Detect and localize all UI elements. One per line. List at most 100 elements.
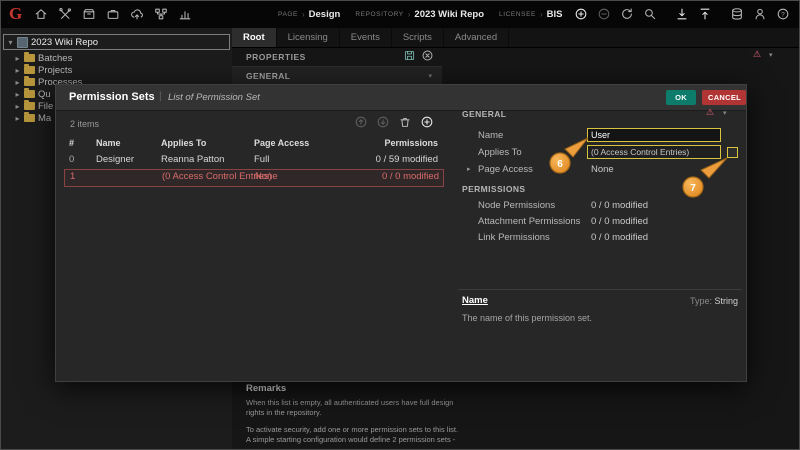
tools-icon[interactable] (58, 7, 72, 21)
node-permissions-value: 0 / 0 modified (591, 200, 648, 211)
dialog-subtitle: List of Permission Set (168, 92, 260, 103)
download-icon[interactable] (675, 7, 689, 21)
help-field-type: Type: String (462, 296, 738, 306)
breadcrumb: PAGE › Design REPOSITORY › 2023 Wiki Rep… (278, 0, 562, 28)
column-header-applies-to[interactable]: Applies To (161, 138, 206, 148)
applies-to-field-label: Applies To (478, 147, 522, 158)
page-access-value[interactable]: None (591, 164, 614, 175)
search-icon[interactable] (643, 7, 657, 21)
expand-arrow-icon[interactable]: ▸ (14, 54, 21, 63)
expand-arrow-icon[interactable]: ▸ (14, 66, 21, 75)
browse-acl-button[interactable] (727, 147, 738, 158)
move-down-icon[interactable] (376, 115, 390, 129)
repository-icon (17, 37, 28, 48)
chevron-down-icon[interactable]: ▾ (428, 72, 432, 80)
remarks-paragraph: When this list is empty, all authenticat… (246, 398, 464, 418)
name-input[interactable] (587, 128, 721, 142)
tree-item-label: File (38, 101, 53, 112)
cell-applies-to: Reanna Patton (161, 154, 224, 165)
remove-circle-icon[interactable] (597, 7, 611, 21)
column-header-permissions[interactable]: Permissions (384, 138, 438, 148)
topbar: G PAGE › Design REPOSITORY › 2023 Wiki R… (0, 0, 800, 29)
tree-item-projects[interactable]: ▸ Projects (14, 64, 72, 76)
help-description: The name of this permission set. (462, 313, 592, 323)
refresh-icon[interactable] (620, 7, 634, 21)
breadcrumb-label-licensee: LICENSEE (499, 11, 536, 18)
table-header-row: # Name Applies To Page Access Permission… (64, 137, 442, 151)
package-icon[interactable] (82, 7, 96, 21)
cancel-button[interactable]: CANCEL (702, 90, 746, 105)
general-section-title: GENERAL (246, 71, 290, 81)
applies-to-value-field[interactable]: (0 Access Control Entries) (587, 145, 721, 159)
tree-root-label: 2023 Wiki Repo (31, 37, 98, 48)
chevron-separator: › (408, 10, 411, 19)
name-field-label: Name (478, 130, 503, 141)
expand-arrow-icon[interactable]: ▸ (14, 78, 21, 87)
collapse-arrow-icon[interactable]: ▾ (7, 38, 14, 47)
expand-arrow-icon[interactable]: ▸ (14, 114, 21, 123)
breadcrumb-value-page[interactable]: Design (309, 9, 341, 20)
cell-page-access: Full (254, 154, 269, 165)
breadcrumb-label-repository: REPOSITORY (355, 11, 403, 18)
add-icon[interactable] (420, 115, 434, 129)
tab-advanced[interactable]: Advanced (444, 28, 509, 47)
tree-item-batches[interactable]: ▸ Batches (14, 52, 72, 64)
list-toolbar (354, 115, 434, 129)
tree-item-files[interactable]: ▸ File (14, 100, 53, 112)
column-header-num[interactable]: # (69, 138, 74, 148)
permission-sets-dialog: Permission Sets | List of Permission Set… (55, 84, 747, 382)
chevron-down-icon[interactable]: ▾ (723, 109, 727, 117)
add-circle-icon[interactable] (574, 7, 588, 21)
tab-root[interactable]: Root (232, 28, 277, 47)
expand-arrow-icon[interactable]: ▸ (467, 165, 471, 173)
general-group-header: GENERAL (462, 109, 506, 119)
home-icon[interactable] (34, 7, 48, 21)
cloud-upload-icon[interactable] (130, 7, 144, 21)
table-row[interactable]: 0 Designer Reanna Patton Full 0 / 59 mod… (64, 153, 442, 169)
page-access-field-label: Page Access (478, 164, 533, 175)
remarks-title: Remarks (246, 383, 464, 394)
column-header-name[interactable]: Name (96, 138, 121, 148)
breadcrumb-value-licensee[interactable]: BIS (547, 9, 563, 20)
folder-icon (24, 54, 35, 62)
upload-icon[interactable] (698, 7, 712, 21)
database-icon[interactable] (730, 7, 744, 21)
folder-icon (24, 102, 35, 110)
app-logo[interactable]: G (9, 4, 29, 24)
chevron-separator: › (540, 10, 543, 19)
expand-arrow-icon[interactable]: ▸ (14, 102, 21, 111)
divider: | (159, 91, 162, 102)
chevron-down-icon[interactable]: ▾ (769, 51, 773, 59)
tree-item-macros[interactable]: ▸ Ma (14, 112, 51, 124)
tree-root-item[interactable]: ▾ 2023 Wiki Repo (3, 34, 230, 50)
workflow-icon[interactable] (154, 7, 168, 21)
cell-page-access: None (255, 171, 278, 182)
breadcrumb-label-page: PAGE (278, 11, 298, 18)
tab-events[interactable]: Events (340, 28, 392, 47)
move-up-icon[interactable] (354, 115, 368, 129)
breadcrumb-value-repository[interactable]: 2023 Wiki Repo (414, 9, 484, 20)
type-value: String (714, 296, 738, 306)
tree-item-label: Projects (38, 65, 72, 76)
chevron-separator: › (302, 10, 305, 19)
svg-text:?: ? (781, 11, 785, 18)
topbar-right-icons: ? (574, 7, 790, 21)
briefcase-icon[interactable] (106, 7, 120, 21)
general-section-header[interactable]: GENERAL ▾ (232, 66, 442, 85)
tab-scripts[interactable]: Scripts (392, 28, 444, 47)
save-icon[interactable] (403, 49, 416, 67)
tab-licensing[interactable]: Licensing (277, 28, 340, 47)
help-icon[interactable]: ? (776, 7, 790, 21)
chart-icon[interactable] (178, 7, 192, 21)
ok-button[interactable]: OK (666, 90, 696, 105)
permissions-group-header: PERMISSIONS (462, 184, 525, 194)
column-header-page-access[interactable]: Page Access (254, 138, 309, 148)
table-row-selected[interactable]: 1 (0 Access Control Entries) None 0 / 0 … (64, 169, 444, 187)
account-icon[interactable] (753, 7, 767, 21)
properties-panel-title: PROPERTIES (246, 52, 306, 62)
close-circle-icon[interactable] (421, 49, 434, 67)
tree-item-queries[interactable]: ▸ Qu (14, 88, 51, 100)
warning-icon: ⚠ (706, 107, 714, 118)
expand-arrow-icon[interactable]: ▸ (14, 90, 21, 99)
delete-icon[interactable] (398, 115, 412, 129)
